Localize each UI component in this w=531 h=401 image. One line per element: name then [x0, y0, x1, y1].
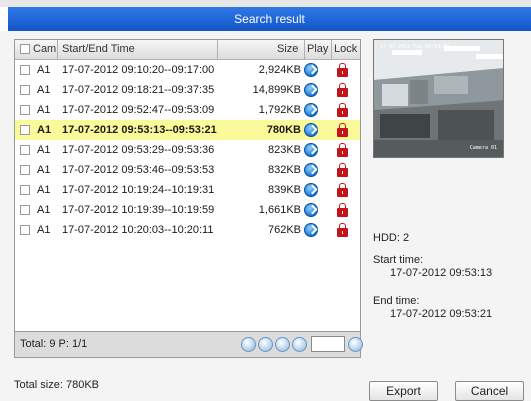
row-cam: A1	[37, 104, 51, 116]
table-header: Cam Start/End Time Size Play Lock	[15, 40, 360, 60]
table-row[interactable]: A1 17-07-2012 09:18:21--09:37:35 14,899KB	[15, 80, 360, 100]
row-checkbox[interactable]	[20, 125, 30, 135]
top-strip	[0, 0, 531, 7]
table-row[interactable]: A1 17-07-2012 10:19:24--10:19:31 839KB	[15, 180, 360, 200]
row-checkbox[interactable]	[20, 105, 30, 115]
preview-timestamp: 17-07-2012 Tue 09:53:09	[380, 44, 450, 50]
page-number-input[interactable]	[311, 336, 345, 352]
table-footer: Total: 9 P: 1/1	[14, 332, 363, 358]
first-page-button[interactable]	[241, 337, 256, 352]
prev-page-button[interactable]	[258, 337, 273, 352]
row-cam: A1	[37, 184, 51, 196]
lock-icon[interactable]	[337, 183, 348, 197]
row-time: 17-07-2012 10:19:24--10:19:31	[62, 184, 215, 196]
table-row[interactable]: A1 17-07-2012 09:10:20--09:17:00 2,924KB	[15, 60, 360, 80]
lock-icon[interactable]	[337, 103, 348, 117]
row-cam: A1	[37, 164, 51, 176]
cancel-button[interactable]: Cancel	[455, 381, 524, 401]
row-size: 832KB	[267, 164, 301, 176]
play-icon[interactable]	[304, 63, 318, 77]
search-result-table: Cam Start/End Time Size Play Lock A1 17-0…	[14, 39, 361, 332]
row-checkbox[interactable]	[20, 145, 30, 155]
table-row[interactable]: A1 17-07-2012 09:53:29--09:53:36 823KB	[15, 140, 360, 160]
start-time-value: 17-07-2012 09:53:13	[390, 267, 493, 279]
row-cam: A1	[37, 124, 52, 136]
preview-scene	[374, 40, 503, 157]
last-page-button[interactable]	[292, 337, 307, 352]
next-page-button[interactable]	[275, 337, 290, 352]
go-page-button[interactable]	[348, 337, 363, 352]
end-time-value: 17-07-2012 09:53:21	[390, 308, 493, 320]
row-time: 17-07-2012 09:10:20--09:17:00	[62, 64, 215, 76]
play-icon[interactable]	[304, 123, 318, 137]
table-row[interactable]: A1 17-07-2012 09:53:13--09:53:21 780KB	[15, 120, 360, 140]
lock-icon[interactable]	[337, 143, 348, 157]
lock-icon[interactable]	[337, 203, 348, 217]
select-all-checkbox[interactable]	[20, 44, 30, 54]
play-icon[interactable]	[304, 163, 318, 177]
row-size: 2,924KB	[258, 64, 301, 76]
row-size: 762KB	[267, 224, 301, 236]
table-row[interactable]: A1 17-07-2012 10:20:03--10:20:11 762KB	[15, 220, 360, 240]
row-cam: A1	[37, 64, 51, 76]
dialog-title-bar: Search result	[8, 7, 531, 31]
table-row[interactable]: A1 17-07-2012 10:19:39--10:19:59 1,661KB	[15, 200, 360, 220]
row-time: 17-07-2012 09:52:47--09:53:09	[62, 104, 215, 116]
video-preview: 17-07-2012 Tue 09:53:09 Camera 01	[373, 39, 504, 158]
lock-icon[interactable]	[337, 83, 348, 97]
row-time: 17-07-2012 09:53:46--09:53:53	[62, 164, 215, 176]
column-header-size: Size	[277, 43, 299, 55]
row-cam: A1	[37, 204, 51, 216]
dialog-title: Search result	[234, 12, 305, 26]
row-cam: A1	[37, 84, 51, 96]
play-icon[interactable]	[304, 143, 318, 157]
row-size: 839KB	[267, 184, 301, 196]
table-row[interactable]: A1 17-07-2012 09:53:46--09:53:53 832KB	[15, 160, 360, 180]
row-size: 780KB	[266, 124, 301, 136]
row-size: 1,792KB	[258, 104, 301, 116]
row-checkbox[interactable]	[20, 165, 30, 175]
row-time: 17-07-2012 09:53:29--09:53:36	[62, 144, 215, 156]
play-icon[interactable]	[304, 83, 318, 97]
row-checkbox[interactable]	[20, 85, 30, 95]
column-header-cam: Cam	[33, 43, 57, 55]
table-row[interactable]: A1 17-07-2012 09:52:47--09:53:09 1,792KB	[15, 100, 360, 120]
record-count-label: Total: 9 P: 1/1	[20, 338, 88, 350]
row-size: 1,661KB	[258, 204, 301, 216]
column-header-time: Start/End Time	[62, 43, 135, 55]
export-button[interactable]: Export	[369, 381, 438, 401]
play-icon[interactable]	[304, 103, 318, 117]
start-time-label: Start time:	[373, 254, 424, 266]
lock-icon[interactable]	[337, 63, 348, 77]
row-time: 17-07-2012 09:18:21--09:37:35	[62, 84, 215, 96]
lock-icon[interactable]	[337, 123, 348, 137]
column-header-play: Play	[307, 43, 329, 55]
row-cam: A1	[37, 224, 51, 236]
play-icon[interactable]	[304, 183, 318, 197]
row-checkbox[interactable]	[20, 225, 30, 235]
row-checkbox[interactable]	[20, 185, 30, 195]
end-time-label: End time:	[373, 295, 420, 307]
hdd-label: HDD: 2	[373, 232, 410, 244]
row-checkbox[interactable]	[20, 65, 30, 75]
row-time: 17-07-2012 10:19:39--10:19:59	[62, 204, 215, 216]
row-checkbox[interactable]	[20, 205, 30, 215]
preview-camera-label: Camera 01	[469, 145, 497, 151]
row-time: 17-07-2012 09:53:13--09:53:21	[62, 124, 217, 136]
row-size: 823KB	[267, 144, 301, 156]
row-time: 17-07-2012 10:20:03--10:20:11	[62, 224, 214, 236]
row-cam: A1	[37, 144, 51, 156]
lock-icon[interactable]	[337, 163, 348, 177]
lock-icon[interactable]	[337, 223, 348, 237]
play-icon[interactable]	[304, 223, 318, 237]
column-header-lock: Lock	[334, 43, 358, 55]
row-size: 14,899KB	[252, 84, 301, 96]
play-icon[interactable]	[304, 203, 318, 217]
total-size-label: Total size: 780KB	[14, 379, 99, 391]
